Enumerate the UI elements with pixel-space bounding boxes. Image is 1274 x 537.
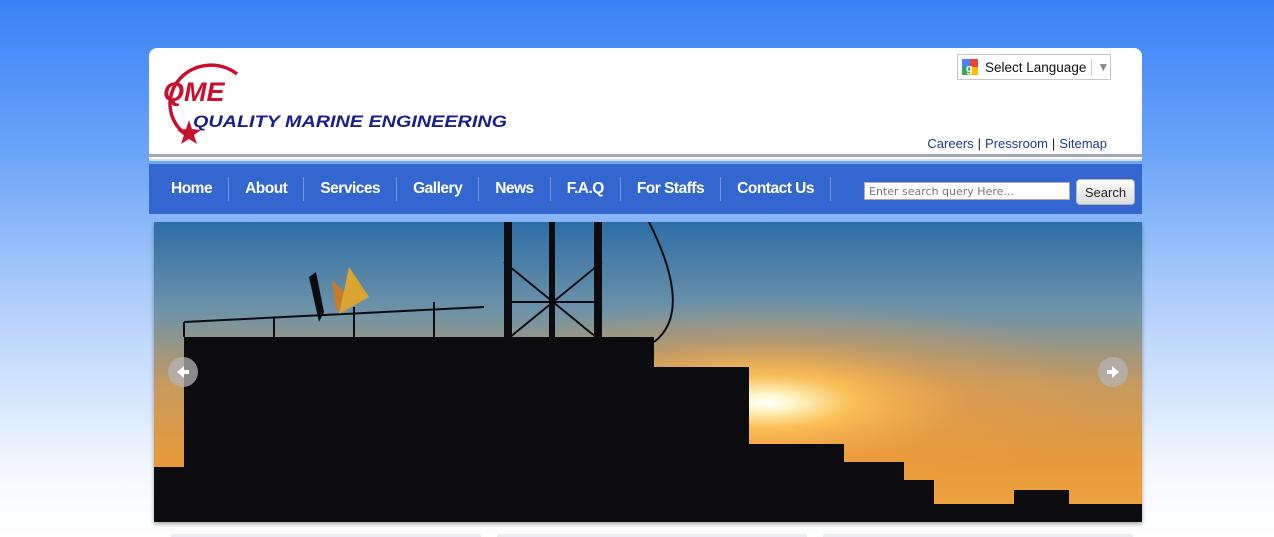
site-logo[interactable]: QME QUALITY MARINE ENGINEERING xyxy=(155,52,515,144)
language-select[interactable]: g Select Language ▼ xyxy=(957,54,1111,80)
nav-item-faq[interactable]: F.A.Q xyxy=(551,177,621,201)
nav-item-home[interactable]: Home xyxy=(155,177,230,201)
link-separator: | xyxy=(1051,136,1056,151)
nav-item-services[interactable]: Services xyxy=(304,177,398,201)
arrow-right-icon xyxy=(1107,366,1119,378)
nav-item-for-staffs[interactable]: For Staffs xyxy=(621,177,722,201)
logo-name: QUALITY MARINE ENGINEERING xyxy=(193,113,507,131)
hero-image xyxy=(154,222,1142,522)
search-input[interactable] xyxy=(864,182,1070,200)
hero-slider xyxy=(154,222,1142,522)
svg-text:g: g xyxy=(966,63,973,75)
logo-mark: QME xyxy=(163,77,225,107)
search-button[interactable]: Search xyxy=(1076,179,1135,205)
careers-link[interactable]: Careers xyxy=(927,136,973,151)
pressroom-link[interactable]: Pressroom xyxy=(985,136,1048,151)
top-links: Careers | Pressroom | Sitemap xyxy=(927,136,1107,151)
divider xyxy=(1091,59,1093,75)
sitemap-link[interactable]: Sitemap xyxy=(1059,136,1107,151)
arrow-left-icon xyxy=(177,366,189,378)
main-nav: Home About Services Gallery News F.A.Q F… xyxy=(149,164,1142,214)
chevron-down-icon: ▼ xyxy=(1097,60,1110,74)
slider-prev-button[interactable] xyxy=(168,357,198,387)
language-label: Select Language xyxy=(985,59,1087,75)
nav-item-news[interactable]: News xyxy=(479,177,551,201)
nav-item-gallery[interactable]: Gallery xyxy=(397,177,480,201)
header-divider xyxy=(149,159,1142,161)
google-translate-icon: g xyxy=(962,59,978,75)
link-separator: | xyxy=(977,136,982,151)
slider-next-button[interactable] xyxy=(1098,357,1128,387)
site-header: QME QUALITY MARINE ENGINEERING g Select … xyxy=(149,48,1142,154)
nav-item-about[interactable]: About xyxy=(229,177,305,201)
page-container: QME QUALITY MARINE ENGINEERING g Select … xyxy=(149,48,1142,214)
nav-item-contact-us[interactable]: Contact Us xyxy=(721,177,831,201)
